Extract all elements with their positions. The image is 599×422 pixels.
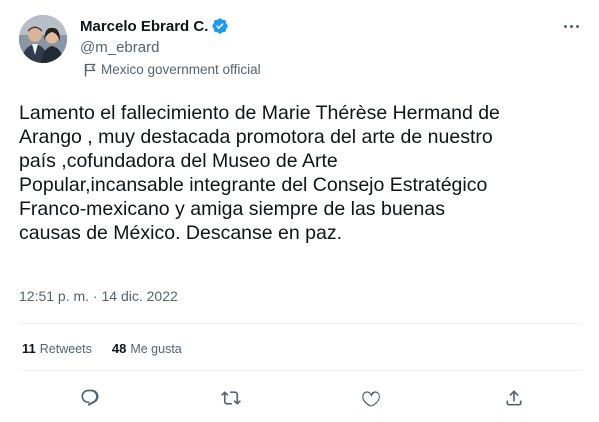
author-display-name[interactable]: Marcelo Ebrard C. (80, 18, 208, 35)
likes-stat[interactable]: 48 Me gusta (112, 341, 182, 356)
share-icon (506, 390, 522, 406)
avatar-photo-icon (19, 15, 67, 63)
verified-badge-icon (212, 18, 229, 34)
divider (19, 370, 582, 371)
reply-button[interactable] (76, 384, 104, 412)
reply-icon (81, 389, 99, 407)
more-dot-icon (563, 24, 567, 28)
likes-label: Me gusta (130, 342, 182, 356)
retweets-stat[interactable]: 11 Retweets (22, 341, 92, 356)
avatar[interactable] (19, 15, 67, 63)
like-button[interactable] (358, 384, 386, 412)
author-handle[interactable]: @m_ebrard (80, 39, 159, 56)
tweet-text: Lamento el fallecimiento de Marie Thérès… (19, 102, 500, 244)
retweets-count: 11 (22, 341, 36, 356)
more-dot-icon (575, 24, 579, 28)
action-bar (0, 384, 599, 412)
retweet-icon (221, 391, 241, 405)
tweet-card: Marcelo Ebrard C. @m_ebrard Mexico gover… (0, 0, 599, 422)
more-options-button[interactable] (561, 16, 581, 36)
tweet-timestamp[interactable]: 12:51 p. m. · 14 dic. 2022 (19, 288, 178, 304)
likes-count: 48 (111, 341, 127, 356)
divider (19, 323, 582, 324)
flag-icon (84, 63, 96, 76)
government-label-text: Mexico government official (101, 62, 261, 77)
heart-icon (362, 391, 380, 407)
more-dot-icon (569, 24, 573, 28)
retweets-label: Retweets (39, 342, 92, 356)
government-label: Mexico government official (84, 62, 261, 77)
share-button[interactable] (500, 384, 528, 412)
retweet-button[interactable] (217, 384, 245, 412)
author-name-row: Marcelo Ebrard C. (80, 17, 229, 35)
engagement-stats: 11 Retweets 48 Me gusta (22, 341, 202, 356)
